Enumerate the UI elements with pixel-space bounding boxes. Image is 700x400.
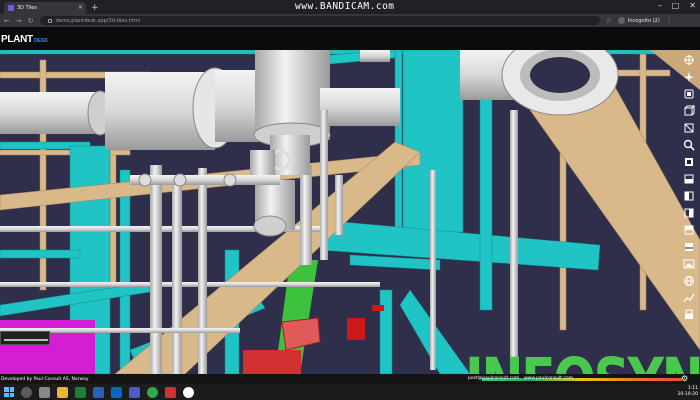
url-field[interactable]: demo.plantdesk.app/3d-tiles.html	[39, 16, 600, 25]
logo-main: PLANT	[1, 34, 33, 45]
task-view-icon[interactable]	[39, 386, 50, 398]
browser-app-icon[interactable]	[183, 386, 194, 398]
view-front-icon[interactable]	[682, 154, 697, 169]
3d-viewport[interactable]: INFOSYNC	[0, 50, 700, 374]
view-right-icon[interactable]	[682, 205, 697, 220]
close-tab-icon[interactable]: ✕	[78, 5, 83, 11]
measure-icon[interactable]	[682, 290, 697, 305]
search-taskbar-icon[interactable]	[21, 386, 32, 398]
back-icon[interactable]: ←	[4, 17, 10, 25]
browser-tab[interactable]: 3D Tiles ✕	[4, 2, 86, 14]
clock-date: 20-10-20	[677, 392, 698, 397]
print-icon[interactable]	[682, 307, 697, 322]
address-bar: ← → ↻ demo.plantdesk.app/3d-tiles.html ☆…	[0, 14, 700, 27]
airplane-icon[interactable]	[682, 69, 697, 84]
file-explorer-icon[interactable]	[57, 386, 68, 398]
lock-icon	[47, 18, 52, 23]
profile-label: Incognito (2)	[627, 17, 660, 24]
teams-icon[interactable]	[129, 386, 140, 398]
app-status-bar: Developed by Paul Consult AS, Norway pos…	[0, 374, 700, 384]
email-link[interactable]: post@paulconsult.com	[468, 376, 519, 381]
recording-watermark: www.BANDICAM.com	[295, 1, 395, 12]
plant-model-scene	[0, 50, 700, 374]
right-toolbar	[679, 52, 699, 374]
new-tab-icon[interactable]: +	[91, 2, 99, 14]
star-icon[interactable]: ☆	[606, 17, 612, 25]
developer-credit: Developed by Paul Consult AS, Norway	[1, 376, 89, 382]
website-link[interactable]: www.paulconsult.com	[524, 376, 573, 381]
logo-sub: DESK	[33, 38, 48, 44]
view-bottom-icon[interactable]	[682, 239, 697, 254]
view-top-icon[interactable]	[682, 222, 697, 237]
start-icon[interactable]	[4, 387, 14, 397]
infosync-watermark: INFOSYNC	[465, 350, 700, 374]
view-back-icon[interactable]	[682, 171, 697, 186]
minimize-icon[interactable]: –	[658, 1, 662, 10]
screen: 3D Tiles ✕ + www.BANDICAM.com – □ ✕ ← → …	[0, 0, 700, 400]
compass-icon[interactable]	[682, 52, 697, 67]
image-icon[interactable]	[682, 256, 697, 271]
close-window-icon[interactable]: ✕	[689, 1, 696, 10]
app-header: PLANTDESK	[0, 27, 700, 50]
search-icon[interactable]	[682, 137, 697, 152]
plantdesk-logo: PLANTDESK	[1, 34, 48, 45]
tab-title: 3D Tiles	[17, 5, 37, 11]
maximize-icon[interactable]: □	[672, 1, 680, 10]
profile-button[interactable]: Incognito (2)	[617, 17, 660, 24]
excel-icon[interactable]	[75, 386, 86, 398]
settings-gear-icon[interactable]: ⚙	[681, 374, 688, 383]
reload-icon[interactable]: ↻	[28, 17, 34, 25]
app-icon[interactable]	[165, 386, 176, 398]
progress-panel	[0, 331, 50, 345]
chrome-icon[interactable]	[147, 386, 158, 398]
box-icon[interactable]	[682, 120, 697, 135]
window-controls: – □ ✕	[658, 1, 696, 10]
outlook-icon[interactable]	[111, 386, 122, 398]
cube-icon[interactable]	[682, 103, 697, 118]
incognito-avatar-icon	[617, 17, 625, 24]
forward-icon[interactable]: →	[16, 17, 22, 25]
home-view-icon[interactable]	[682, 86, 697, 101]
tab-favicon-icon	[8, 5, 14, 11]
view-left-icon[interactable]	[682, 188, 697, 203]
menu-icon[interactable]: ⋮	[666, 17, 673, 25]
globe-icon[interactable]	[682, 273, 697, 288]
progress-bar	[4, 339, 48, 341]
windows-taskbar: 1:11 20-10-20	[0, 384, 700, 400]
word-icon[interactable]	[93, 386, 104, 398]
url-text: demo.plantdesk.app/3d-tiles.html	[55, 17, 141, 24]
system-clock[interactable]: 1:11 20-10-20	[678, 386, 698, 398]
